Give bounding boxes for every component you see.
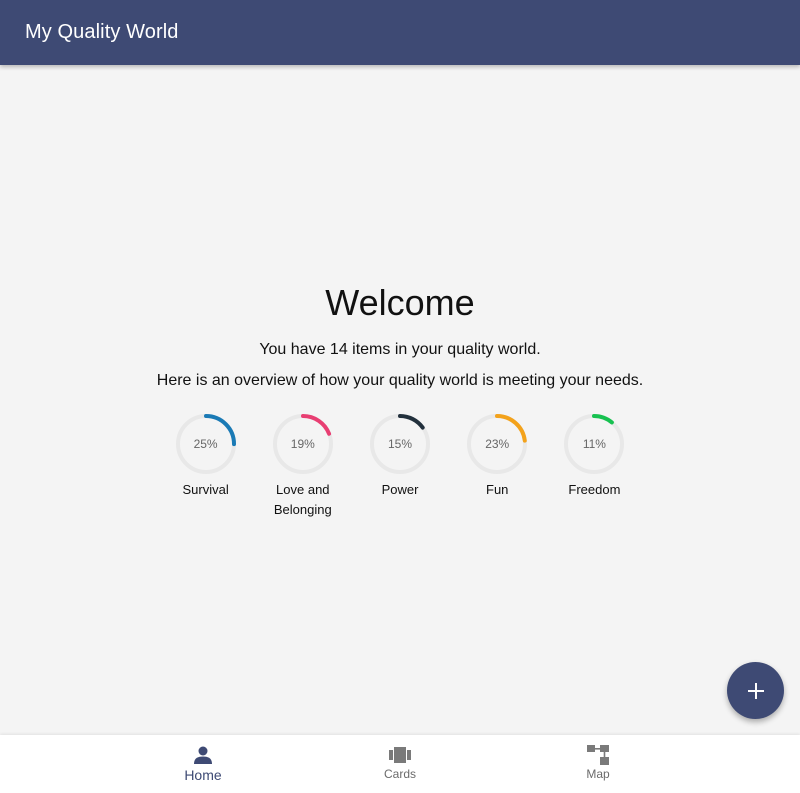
plus-icon: [747, 682, 764, 699]
map-icon: [587, 745, 609, 765]
need-label: Power: [381, 482, 419, 497]
nav-cards[interactable]: Cards: [340, 735, 460, 793]
need-label: Fun: [486, 482, 509, 497]
need-percent: 23%: [485, 437, 510, 451]
need-fun: 23% Fun: [449, 412, 546, 520]
need-power: 15% Power: [351, 412, 448, 520]
bottom-navigation: Home Cards Map: [0, 735, 800, 793]
items-count-text: You have 14 items in your quality world.: [259, 341, 541, 358]
cards-icon: [389, 745, 411, 765]
need-percent: 15%: [387, 437, 413, 451]
nav-map-label: Map: [586, 767, 610, 781]
need-percent: 19%: [290, 437, 315, 451]
need-progress-ring: 23%: [465, 412, 529, 476]
welcome-heading: Welcome: [325, 282, 475, 323]
needs-overview: 25% Survival 19% Love and Belonging 15%: [157, 412, 643, 520]
add-item-button[interactable]: [727, 662, 784, 719]
need-label: Survival: [182, 482, 229, 497]
need-progress-ring: 15%: [368, 412, 432, 476]
nav-home[interactable]: Home: [143, 735, 263, 793]
app-bar: My Quality World: [0, 0, 800, 65]
need-percent: 25%: [193, 437, 218, 451]
need-progress-ring: 19%: [271, 412, 335, 476]
need-love-and-belonging: 19% Love and Belonging: [254, 412, 351, 520]
need-progress-ring: 11%: [562, 412, 626, 476]
need-progress-ring: 25%: [174, 412, 238, 476]
need-survival: 25% Survival: [157, 412, 254, 520]
need-freedom: 11% Freedom: [546, 412, 643, 520]
need-label: Love and Belonging: [273, 482, 332, 517]
nav-map[interactable]: Map: [538, 735, 658, 793]
need-label: Freedom: [568, 482, 621, 497]
home-content: Welcome You have 14 items in your qualit…: [0, 65, 800, 735]
nav-cards-label: Cards: [383, 767, 416, 781]
overview-text: Here is an overview of how your quality …: [156, 372, 644, 389]
need-percent: 11%: [582, 437, 606, 451]
person-icon: [193, 745, 213, 765]
app-title: My Quality World: [25, 21, 179, 43]
nav-home-label: Home: [184, 767, 222, 783]
